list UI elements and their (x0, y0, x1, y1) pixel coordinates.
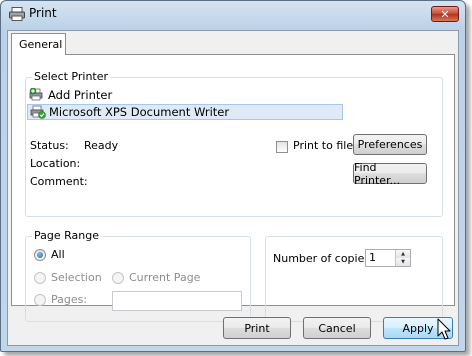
select-printer-group: Select Printer Add Printer Microsoft XPS… (25, 70, 443, 217)
print-to-file-label[interactable]: Print to file (293, 139, 353, 152)
find-printer-button[interactable]: Find Printer... (353, 160, 427, 187)
select-printer-label: Select Printer (32, 70, 111, 83)
location-label: Location: (30, 157, 81, 170)
cancel-button-label: Cancel (318, 321, 356, 335)
add-printer-icon (29, 88, 43, 101)
copies-value: 1 (369, 251, 376, 264)
preferences-button-label: Preferences (357, 138, 423, 151)
close-icon: ✕ (440, 7, 450, 21)
status-label: Status: (30, 139, 69, 152)
current-page-label[interactable]: Current Page (129, 271, 200, 284)
copies-label: Number of copies: (273, 252, 374, 265)
preferences-button[interactable]: Preferences (353, 134, 427, 155)
all-radio[interactable] (34, 249, 46, 261)
print-button[interactable]: Print (223, 317, 291, 339)
copies-group: Number of copies: 1 ▲ ▼ (265, 236, 443, 322)
print-dialog: Print ✕ General Select Printer Add Print… (0, 0, 466, 352)
page-range-label: Page Range (32, 229, 101, 242)
selection-radio[interactable] (34, 272, 46, 284)
pages-radio[interactable] (34, 294, 46, 306)
all-label[interactable]: All (51, 248, 65, 261)
printer-name: Microsoft XPS Document Writer (49, 105, 230, 119)
printer-icon (9, 7, 25, 21)
apply-button-label: Apply (402, 321, 434, 335)
page-range-group: Page Range All Selection Current Page Pa… (25, 229, 251, 322)
comment-label: Comment: (30, 175, 88, 188)
printer-default-icon (30, 105, 46, 119)
tab-label: General (19, 38, 63, 51)
find-printer-button-label: Find Printer... (354, 160, 401, 187)
radio-dot (37, 252, 43, 258)
selection-label[interactable]: Selection (51, 271, 102, 284)
copies-stepper[interactable]: 1 ▲ ▼ (365, 249, 411, 267)
printer-name: Add Printer (48, 88, 113, 102)
general-tab-panel: Select Printer Add Printer Microsoft XPS… (11, 54, 455, 322)
close-button[interactable]: ✕ (431, 6, 459, 22)
mouse-cursor-icon (437, 318, 451, 340)
pages-label[interactable]: Pages: (51, 293, 87, 306)
title-bar[interactable]: Print ✕ (1, 1, 465, 27)
printer-item-xps-writer[interactable]: Microsoft XPS Document Writer (27, 104, 343, 120)
printer-item-add-printer[interactable]: Add Printer (27, 87, 187, 103)
print-to-file-checkbox[interactable] (276, 141, 288, 153)
print-button-label: Print (244, 321, 270, 335)
cancel-button[interactable]: Cancel (303, 317, 371, 339)
window-title: Print (29, 6, 57, 20)
pages-input[interactable] (112, 291, 242, 311)
tab-general[interactable]: General (11, 33, 66, 55)
spin-down-icon[interactable]: ▼ (396, 258, 410, 266)
spin-buttons: ▲ ▼ (395, 250, 410, 266)
status-value: Ready (84, 139, 119, 152)
dialog-client: General Select Printer Add Printer Micro… (7, 30, 459, 346)
current-page-radio[interactable] (112, 272, 124, 284)
